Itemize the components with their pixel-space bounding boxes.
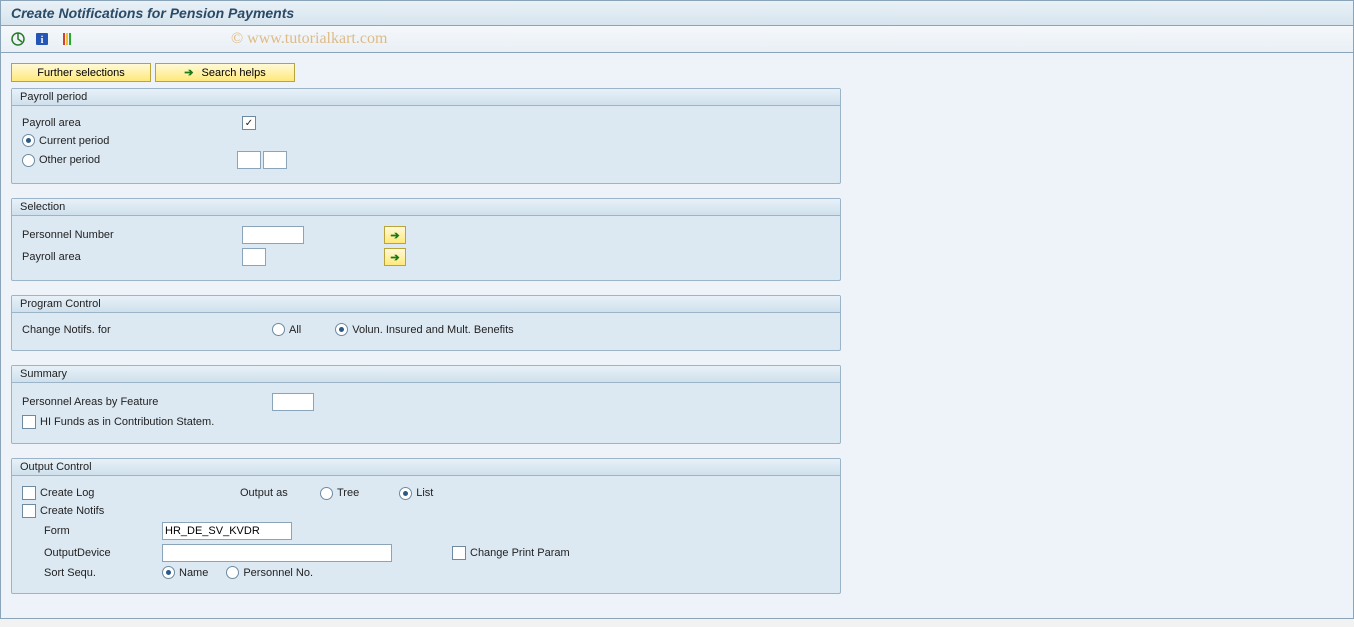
hi-funds-label[interactable]: HI Funds as in Contribution Statem. xyxy=(40,416,214,428)
group-title: Summary xyxy=(12,366,840,383)
arrow-right-icon: ➔ xyxy=(390,229,399,242)
payroll-area-checkbox[interactable]: ✓ xyxy=(242,116,256,130)
other-period-field-2[interactable] xyxy=(263,151,287,169)
search-helps-button[interactable]: ➔ Search helps xyxy=(155,63,295,82)
create-notifs-checkbox[interactable] xyxy=(22,504,36,518)
execute-icon[interactable] xyxy=(9,30,27,48)
app-toolbar: i © www.tutorialkart.com xyxy=(1,26,1353,53)
change-print-param-checkbox[interactable] xyxy=(452,546,466,560)
other-period-field-1[interactable] xyxy=(237,151,261,169)
radio-other-period[interactable] xyxy=(22,154,35,167)
radio-sort-name[interactable] xyxy=(162,566,175,579)
form-field[interactable] xyxy=(162,522,292,540)
search-helps-label: Search helps xyxy=(202,67,266,79)
radio-sort-name-label[interactable]: Name xyxy=(179,567,208,579)
payroll-area-label: Payroll area xyxy=(22,117,242,129)
group-title: Output Control xyxy=(12,459,840,476)
radio-list[interactable] xyxy=(399,487,412,500)
radio-volun-label[interactable]: Volun. Insured and Mult. Benefits xyxy=(352,324,513,336)
radio-tree[interactable] xyxy=(320,487,333,500)
personnel-areas-field[interactable] xyxy=(272,393,314,411)
group-title: Selection xyxy=(12,199,840,216)
form-label: Form xyxy=(22,525,162,537)
radio-all[interactable] xyxy=(272,323,285,336)
output-device-label: OutputDevice xyxy=(22,547,162,559)
create-notifs-label[interactable]: Create Notifs xyxy=(40,505,260,517)
group-program-control: Program Control Change Notifs. for All V… xyxy=(11,295,841,351)
group-selection: Selection Personnel Number ➔ Payroll are… xyxy=(11,198,841,281)
radio-sort-pernr-label[interactable]: Personnel No. xyxy=(243,567,313,579)
group-summary: Summary Personnel Areas by Feature HI Fu… xyxy=(11,365,841,444)
other-period-label[interactable]: Other period xyxy=(39,154,237,166)
output-device-field[interactable] xyxy=(162,544,392,562)
group-title: Payroll period xyxy=(12,89,840,106)
group-output-control: Output Control Create Log Output as Tree… xyxy=(11,458,841,594)
create-log-label[interactable]: Create Log xyxy=(40,487,240,499)
radio-tree-label[interactable]: Tree xyxy=(337,487,359,499)
personnel-number-label: Personnel Number xyxy=(22,229,242,241)
hi-funds-checkbox[interactable] xyxy=(22,415,36,429)
further-selections-button[interactable]: Further selections xyxy=(11,63,151,82)
variant-icon[interactable] xyxy=(57,30,75,48)
further-selections-label: Further selections xyxy=(37,67,124,79)
svg-text:i: i xyxy=(41,35,44,46)
current-period-label[interactable]: Current period xyxy=(39,135,109,147)
personnel-number-multi-button[interactable]: ➔ xyxy=(384,226,406,244)
group-title: Program Control xyxy=(12,296,840,313)
radio-list-label[interactable]: List xyxy=(416,487,433,499)
arrow-right-icon: ➔ xyxy=(184,66,193,79)
personnel-areas-label: Personnel Areas by Feature xyxy=(22,396,272,408)
change-print-param-label[interactable]: Change Print Param xyxy=(470,547,570,559)
personnel-number-field[interactable] xyxy=(242,226,304,244)
change-notifs-for-label: Change Notifs. for xyxy=(22,324,272,336)
create-log-checkbox[interactable] xyxy=(22,486,36,500)
sort-sequ-label: Sort Sequ. xyxy=(22,567,162,579)
info-icon[interactable]: i xyxy=(33,30,51,48)
radio-volun[interactable] xyxy=(335,323,348,336)
radio-current-period[interactable] xyxy=(22,134,35,147)
payroll-area-sel-label: Payroll area xyxy=(22,251,242,263)
radio-all-label[interactable]: All xyxy=(289,324,301,336)
arrow-right-icon: ➔ xyxy=(390,251,399,264)
payroll-area-sel-field[interactable] xyxy=(242,248,266,266)
group-payroll-period: Payroll period Payroll area ✓ Current pe… xyxy=(11,88,841,184)
output-as-label: Output as xyxy=(240,487,320,499)
watermark-text: © www.tutorialkart.com xyxy=(231,30,387,48)
page-title: Create Notifications for Pension Payment… xyxy=(1,1,1353,26)
radio-sort-pernr[interactable] xyxy=(226,566,239,579)
payroll-area-multi-button[interactable]: ➔ xyxy=(384,248,406,266)
